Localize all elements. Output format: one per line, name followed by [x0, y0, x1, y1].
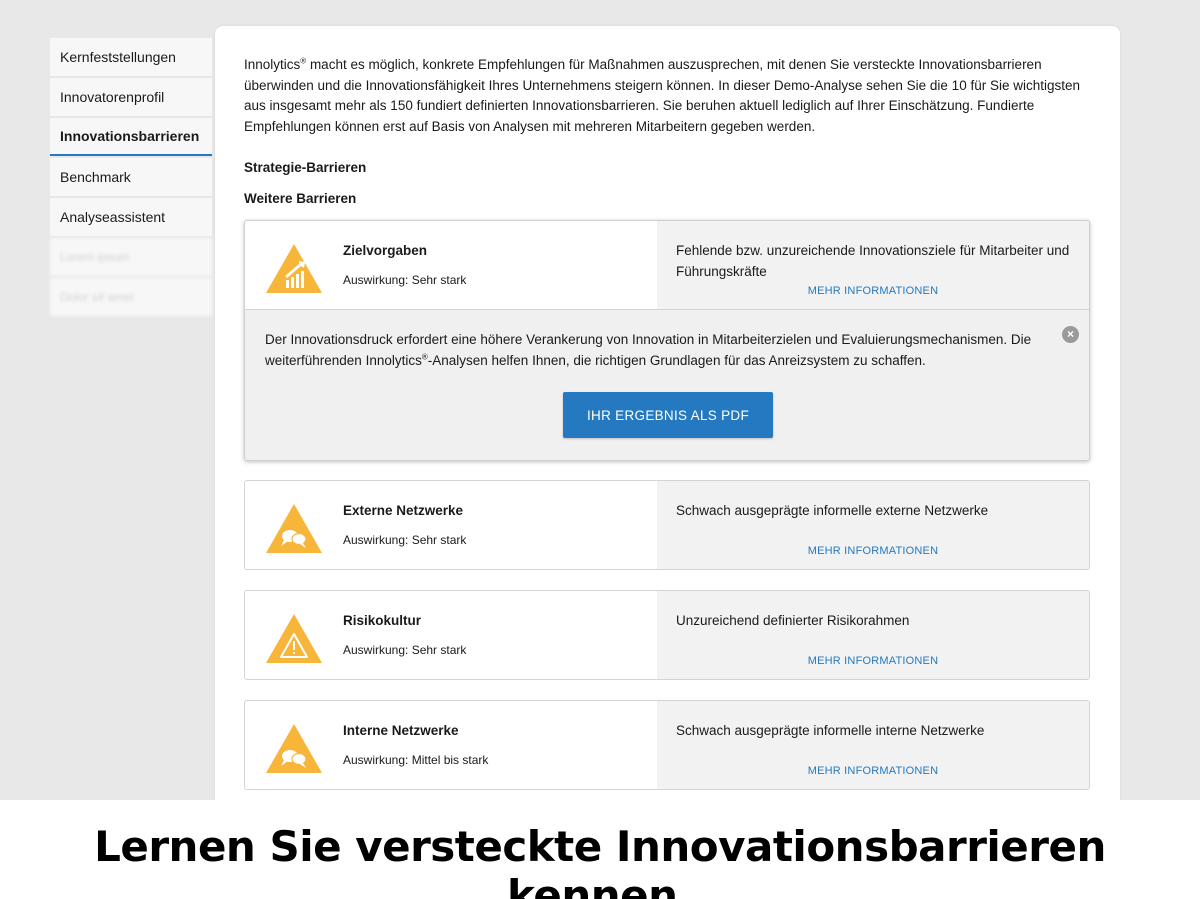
barrier-expanded-panel: Der Innovationsdruck erfordert eine höhe…	[245, 309, 1089, 460]
sidebar-item-kernfeststellungen[interactable]: Kernfeststellungen	[50, 38, 212, 76]
barrier-description: Fehlende bzw. unzureichende Innovationsz…	[676, 243, 1070, 279]
barrier-card-detail: Schwach ausgeprägte informelle externe N…	[657, 481, 1089, 569]
promo-caption: Lernen Sie versteckte Innovationsbarrier…	[94, 822, 1106, 899]
barrier-card-summary: Zielvorgaben Auswirkung: Sehr stark	[245, 221, 657, 309]
sidebar-item-innovatorenprofil[interactable]: Innovatorenprofil	[50, 78, 212, 116]
barrier-impact: Auswirkung: Sehr stark	[343, 643, 467, 657]
barrier-card-header[interactable]: Zielvorgaben Auswirkung: Sehr stark Fehl…	[245, 221, 1089, 309]
pdf-result-button[interactable]: IHR ERGEBNIS ALS PDF	[563, 392, 773, 438]
barrier-card-externe-netzwerke: Externe Netzwerke Auswirkung: Sehr stark…	[244, 480, 1090, 570]
main-panel: Innolytics® macht es möglich, konkrete E…	[215, 26, 1120, 800]
barrier-card-detail: Schwach ausgeprägte informelle interne N…	[657, 701, 1089, 789]
sidebar-item-label: Benchmark	[60, 169, 131, 185]
barrier-card-header[interactable]: Externe Netzwerke Auswirkung: Sehr stark…	[245, 481, 1089, 569]
chat-bubbles-icon	[266, 724, 322, 773]
barrier-description: Unzureichend definierter Risikorahmen	[676, 613, 910, 628]
sidebar-nav: Kernfeststellungen Innovatorenprofil Inn…	[50, 38, 212, 318]
sidebar-item-label: Lorem ipsum	[60, 250, 130, 264]
more-info-link[interactable]: MEHR INFORMATIONEN	[657, 765, 1089, 777]
barrier-title: Risikokultur	[343, 613, 422, 628]
barrier-impact: Auswirkung: Mittel bis stark	[343, 753, 489, 767]
app-window: Kernfeststellungen Innovatorenprofil Inn…	[0, 0, 1200, 800]
barrier-impact: Auswirkung: Sehr stark	[343, 533, 467, 547]
barrier-card-summary: Interne Netzwerke Auswirkung: Mittel bis…	[245, 701, 657, 789]
barrier-title: Zielvorgaben	[343, 243, 428, 258]
barrier-card-header[interactable]: Interne Netzwerke Auswirkung: Mittel bis…	[245, 701, 1089, 789]
barrier-title: Externe Netzwerke	[343, 503, 464, 518]
chat-bubbles-icon	[266, 504, 322, 553]
sidebar-item-benchmark[interactable]: Benchmark	[50, 158, 212, 196]
more-info-link[interactable]: MEHR INFORMATIONEN	[657, 545, 1089, 557]
more-info-link[interactable]: MEHR INFORMATIONEN	[657, 285, 1089, 297]
sidebar-item-disabled-2: Dolor sit amet	[50, 278, 212, 316]
sidebar-item-innovationsbarrieren[interactable]: Innovationsbarrieren	[50, 118, 212, 156]
section-heading-strategy: Strategie-Barrieren	[244, 160, 367, 175]
intro-text: macht es möglich, konkrete Empfehlungen …	[244, 57, 1080, 134]
sidebar-item-disabled-1: Lorem ipsum	[50, 238, 212, 276]
barrier-card-detail: Unzureichend definierter Risikorahmen ME…	[657, 591, 1089, 679]
sidebar-item-label: Kernfeststellungen	[60, 49, 176, 65]
sidebar-item-label: Dolor sit amet	[60, 290, 135, 304]
more-info-link[interactable]: MEHR INFORMATIONEN	[657, 655, 1089, 667]
sidebar-item-label: Innovatorenprofil	[60, 89, 165, 105]
intro-paragraph: Innolytics® macht es möglich, konkrete E…	[244, 55, 1094, 137]
barrier-card-detail: Fehlende bzw. unzureichende Innovationsz…	[657, 221, 1089, 309]
section-heading-further: Weitere Barrieren	[244, 191, 357, 206]
warning-icon	[266, 614, 322, 663]
brand-name: Innolytics	[244, 57, 301, 72]
barrier-description: Schwach ausgeprägte informelle externe N…	[676, 503, 989, 518]
sidebar-item-label: Innovationsbarrieren	[60, 128, 200, 144]
barrier-card-risikokultur: Risikokultur Auswirkung: Sehr stark Unzu…	[244, 590, 1090, 680]
barrier-card-zielvorgaben: Zielvorgaben Auswirkung: Sehr stark Fehl…	[244, 220, 1090, 461]
expanded-text-b: -Analysen helfen Ihnen, die richtigen Gr…	[427, 353, 926, 368]
barrier-card-summary: Risikokultur Auswirkung: Sehr stark	[245, 591, 657, 679]
sidebar-item-label: Analyseassistent	[60, 209, 166, 225]
sidebar-item-analyseassistent[interactable]: Analyseassistent	[50, 198, 212, 236]
close-icon[interactable]: ×	[1062, 326, 1079, 343]
barrier-title: Interne Netzwerke	[343, 723, 459, 738]
barrier-card-summary: Externe Netzwerke Auswirkung: Sehr stark	[245, 481, 657, 569]
expanded-text: Der Innovationsdruck erfordert eine höhe…	[265, 329, 1055, 371]
barrier-card-interne-netzwerke: Interne Netzwerke Auswirkung: Mittel bis…	[244, 700, 1090, 790]
barrier-description: Schwach ausgeprägte informelle interne N…	[676, 723, 985, 738]
growth-people-icon	[266, 244, 322, 293]
barrier-impact: Auswirkung: Sehr stark	[343, 273, 467, 287]
barrier-card-header[interactable]: Risikokultur Auswirkung: Sehr stark Unzu…	[245, 591, 1089, 679]
